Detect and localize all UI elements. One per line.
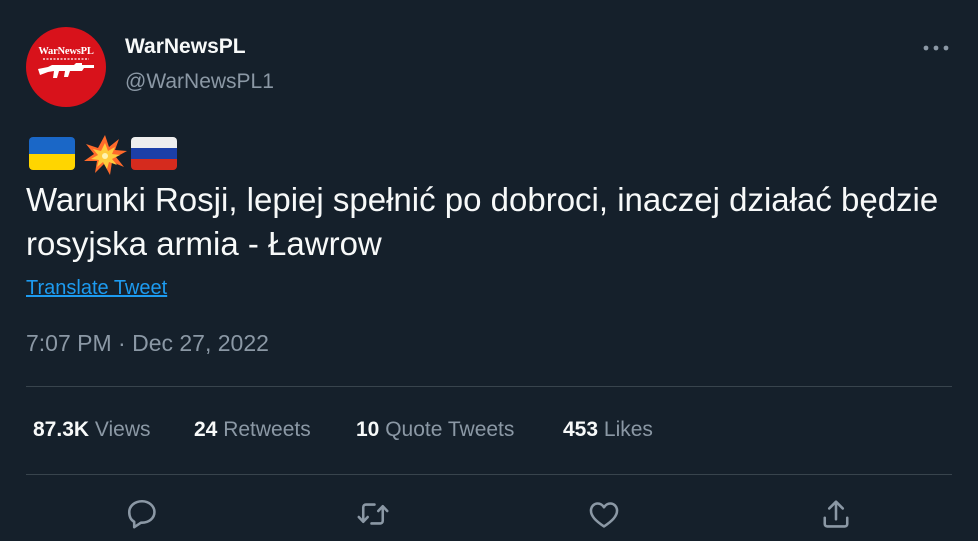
divider <box>26 386 952 387</box>
collision-icon <box>84 135 127 175</box>
translate-tweet-link[interactable]: Translate Tweet <box>26 277 167 300</box>
handle[interactable]: @WarNewsPL1 <box>125 70 274 94</box>
divider <box>26 474 952 475</box>
timestamp[interactable]: 7:07 PM · Dec 27, 2022 <box>26 330 269 357</box>
tweet: WarNewsPL WarNewsPL @WarNewsPL1 Warunki … <box>0 0 978 541</box>
reply-icon <box>127 499 156 529</box>
likes-stat[interactable]: 453 Likes <box>563 418 653 442</box>
retweets-label: Retweets <box>223 418 311 441</box>
rifle-icon <box>38 58 94 78</box>
more-options-button[interactable] <box>916 33 956 63</box>
quote-tweets-label: Quote Tweets <box>385 418 515 441</box>
views-stat[interactable]: 87.3K Views <box>33 418 151 442</box>
display-name[interactable]: WarNewsPL <box>125 35 246 59</box>
like-icon <box>589 502 619 528</box>
retweet-icon <box>357 503 389 525</box>
avatar-logo-text: WarNewsPL <box>38 46 94 57</box>
retweets-count: 24 <box>194 418 218 441</box>
like-button[interactable] <box>584 494 624 534</box>
quote-tweets-count: 10 <box>356 418 380 441</box>
retweets-stat[interactable]: 24 Retweets <box>194 418 311 442</box>
share-button[interactable] <box>816 494 856 534</box>
flag-ukraine-icon <box>29 137 75 170</box>
avatar[interactable]: WarNewsPL <box>26 27 106 107</box>
views-label: Views <box>94 418 151 441</box>
tweet-text: Warunki Rosji, lepiej spełnić po dobroci… <box>26 181 939 262</box>
likes-count: 453 <box>563 418 599 441</box>
reply-button[interactable] <box>122 494 162 534</box>
retweet-button[interactable] <box>353 494 393 534</box>
flag-russia-icon <box>131 137 177 170</box>
more-icon <box>923 45 949 51</box>
quote-tweets-stat[interactable]: 10 Quote Tweets <box>356 418 514 442</box>
views-count: 87.3K <box>33 418 90 441</box>
share-icon <box>823 500 849 528</box>
likes-label: Likes <box>603 418 653 441</box>
